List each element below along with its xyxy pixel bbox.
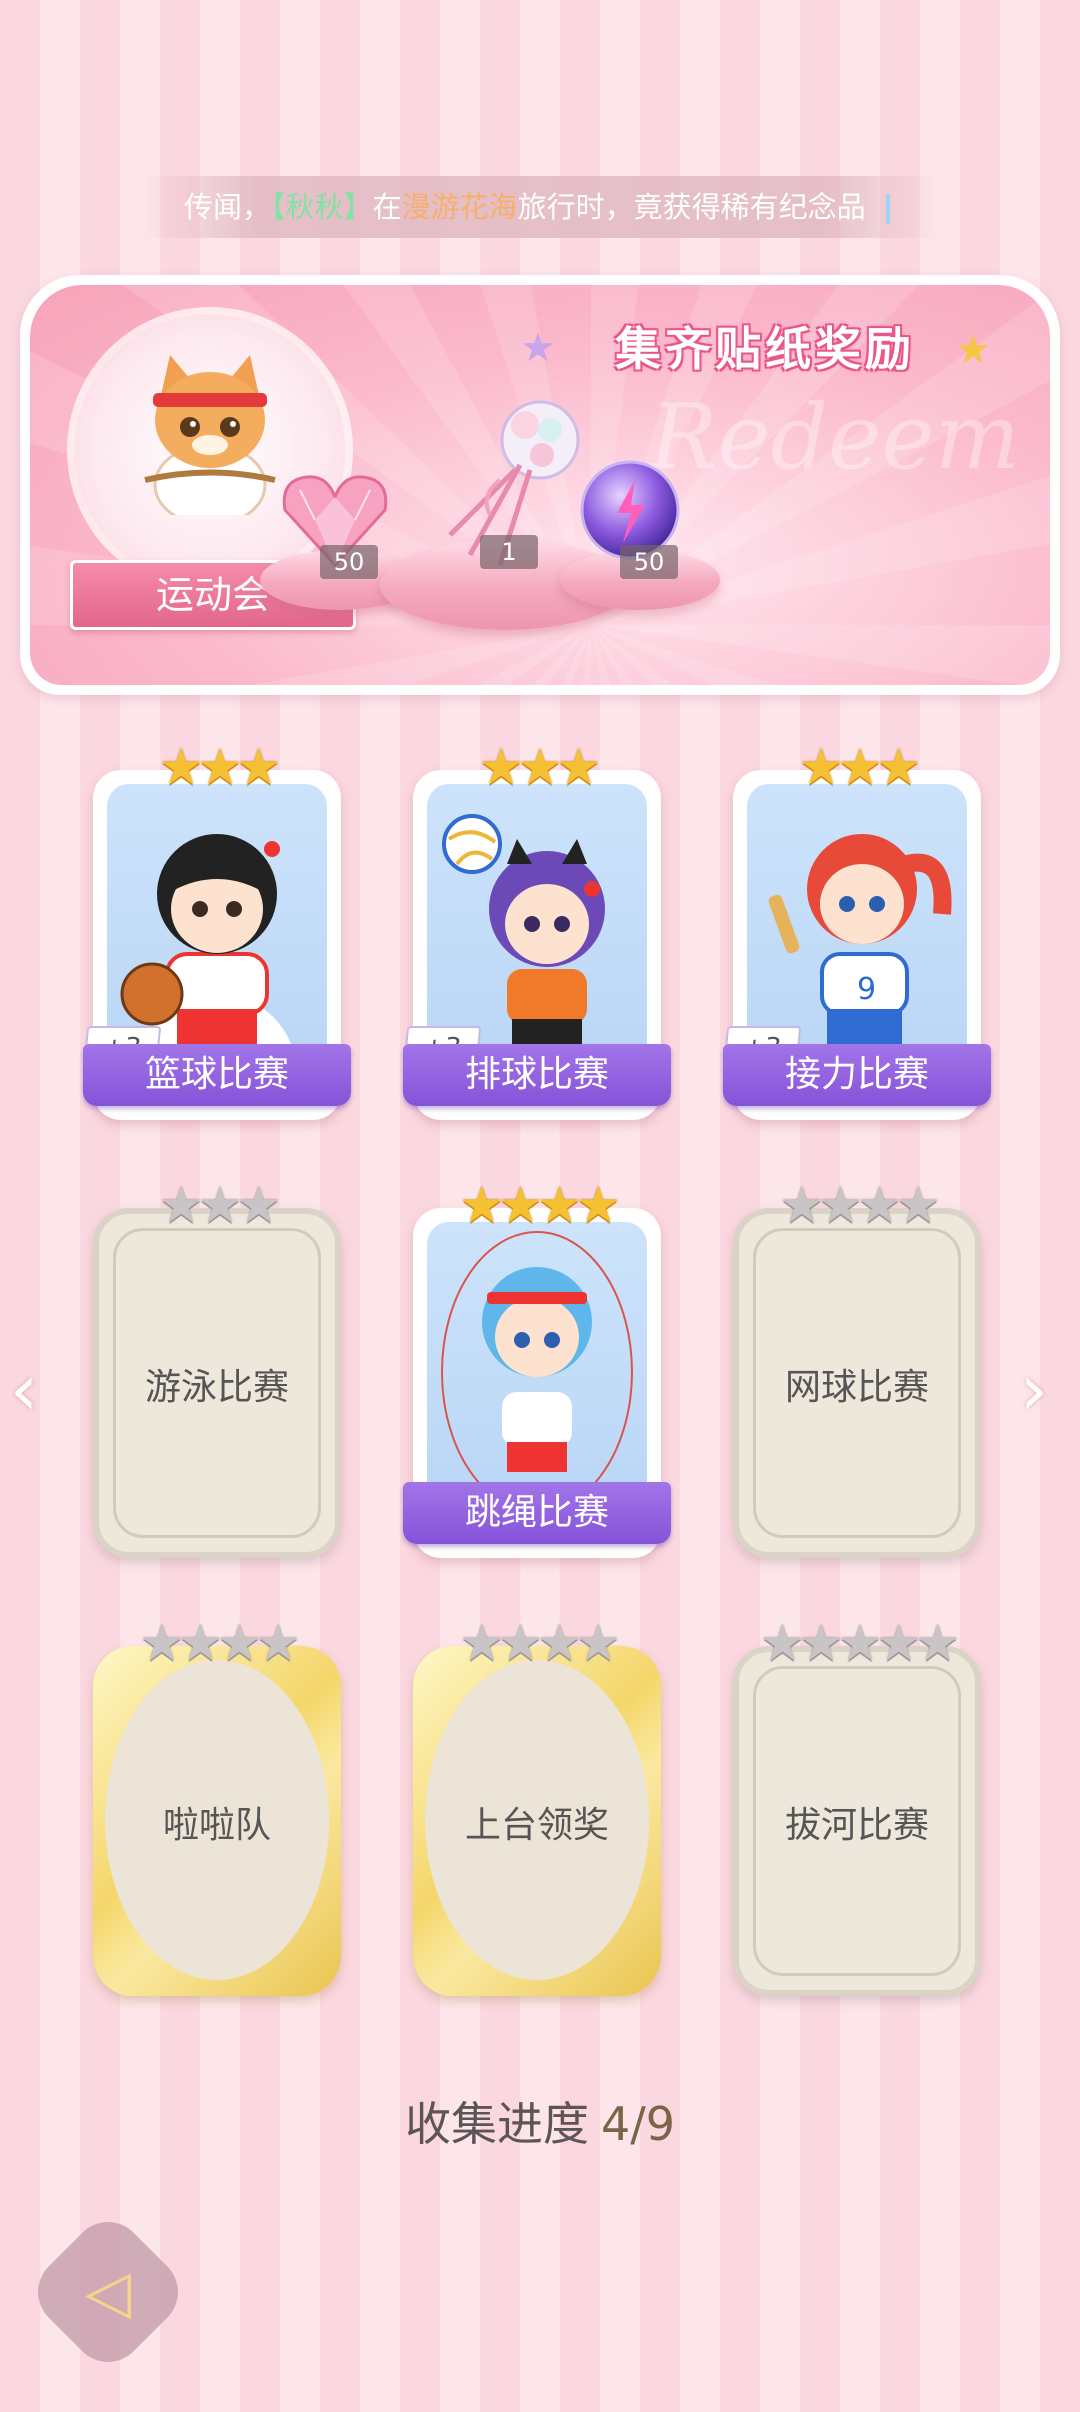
reward-count: 1 <box>480 535 538 569</box>
sticker-card-award-ceremony[interactable]: 上台领奖 ★★★★ <box>413 1616 661 2016</box>
sticker-card-tug-of-war[interactable]: 拔河比赛 ★★★★★ <box>733 1616 981 2016</box>
star-rating: ★★★ <box>158 1176 281 1234</box>
sticker-label: 啦啦队 <box>162 1805 271 1846</box>
star-rating: ★★★★ <box>459 1176 620 1234</box>
girl-jump-rope-icon <box>441 1231 633 1513</box>
sticker-label: 上台领奖 <box>464 1805 609 1846</box>
star-rating: ★★★★ <box>139 1614 300 1672</box>
star-rating: ★★★ <box>478 738 601 796</box>
next-page-arrow-icon[interactable]: › <box>1020 1355 1048 1425</box>
reward-count: 50 <box>320 545 378 579</box>
ticker-prefix: 传闻， <box>184 190 272 224</box>
banner-title: 集齐贴纸奖励 <box>615 322 915 376</box>
sticker-card-basketball[interactable]: +3 篮球比赛 ★★★ <box>82 738 351 1140</box>
star-rating: ★★★★ <box>459 1614 620 1672</box>
back-button[interactable]: ◁ <box>23 2207 193 2377</box>
ticker-player-name: 【秋秋】 <box>271 190 373 224</box>
star-rating: ★★★★ <box>779 1176 940 1234</box>
back-arrow-icon: ◁ <box>84 2257 132 2327</box>
sticker-label: 跳绳比赛 <box>403 1482 671 1544</box>
ticker-place: 漫游花海 <box>401 190 518 224</box>
sticker-label: 篮球比赛 <box>83 1044 351 1106</box>
banner-watermark: Redeem <box>649 385 1020 490</box>
sparkle-star-icon: ★ <box>955 327 991 373</box>
sticker-card-swimming[interactable]: 游泳比赛 ★★★ <box>93 1178 341 1578</box>
svg-text:9: 9 <box>857 972 876 1007</box>
sticker-card-tennis[interactable]: 网球比赛 ★★★★ <box>733 1178 981 1578</box>
star-rating: ★★★ <box>158 738 281 796</box>
sticker-card-cheerleading[interactable]: 啦啦队 ★★★★ <box>93 1616 341 2016</box>
collection-progress: 收集进度 4/9 <box>0 2088 1080 2154</box>
sticker-label: 游泳比赛 <box>144 1367 289 1408</box>
prev-page-arrow-icon[interactable]: ‹ <box>10 1355 38 1425</box>
progress-label: 收集进度 <box>404 2097 589 2151</box>
sparkle-star-icon: ★ <box>520 325 556 371</box>
sticker-label: 排球比赛 <box>403 1044 671 1106</box>
star-rating: ★★★★★ <box>759 1614 960 1672</box>
news-ticker: 传闻，【秋秋】在漫游花海旅行时，竟获得稀有纪念品 <box>140 176 940 238</box>
ticker-in: 在 <box>372 190 402 224</box>
sticker-label: 接力比赛 <box>723 1044 991 1106</box>
sticker-card-volleyball[interactable]: +3 排球比赛 ★★★ <box>402 738 671 1140</box>
sticker-label: 拔河比赛 <box>784 1805 929 1846</box>
star-rating: ★★★ <box>798 738 921 796</box>
progress-value: 4/9 <box>600 2097 676 2151</box>
ticker-suffix: 旅行时，竟获得稀有纪念品 <box>517 190 866 224</box>
sticker-card-relay[interactable]: 9 +3 接力比赛 ★★★ <box>722 738 991 1140</box>
ticker-cursor <box>885 194 890 224</box>
sticker-label: 网球比赛 <box>784 1367 929 1408</box>
sticker-card-jump-rope[interactable]: 跳绳比赛 ★★★★ <box>403 1176 671 1578</box>
reward-banner: Redeem ★ ★ 集齐贴纸奖励 运动会 50 1 50 <box>20 275 1060 695</box>
reward-count: 50 <box>620 545 678 579</box>
cat-mascot-icon <box>144 355 276 515</box>
